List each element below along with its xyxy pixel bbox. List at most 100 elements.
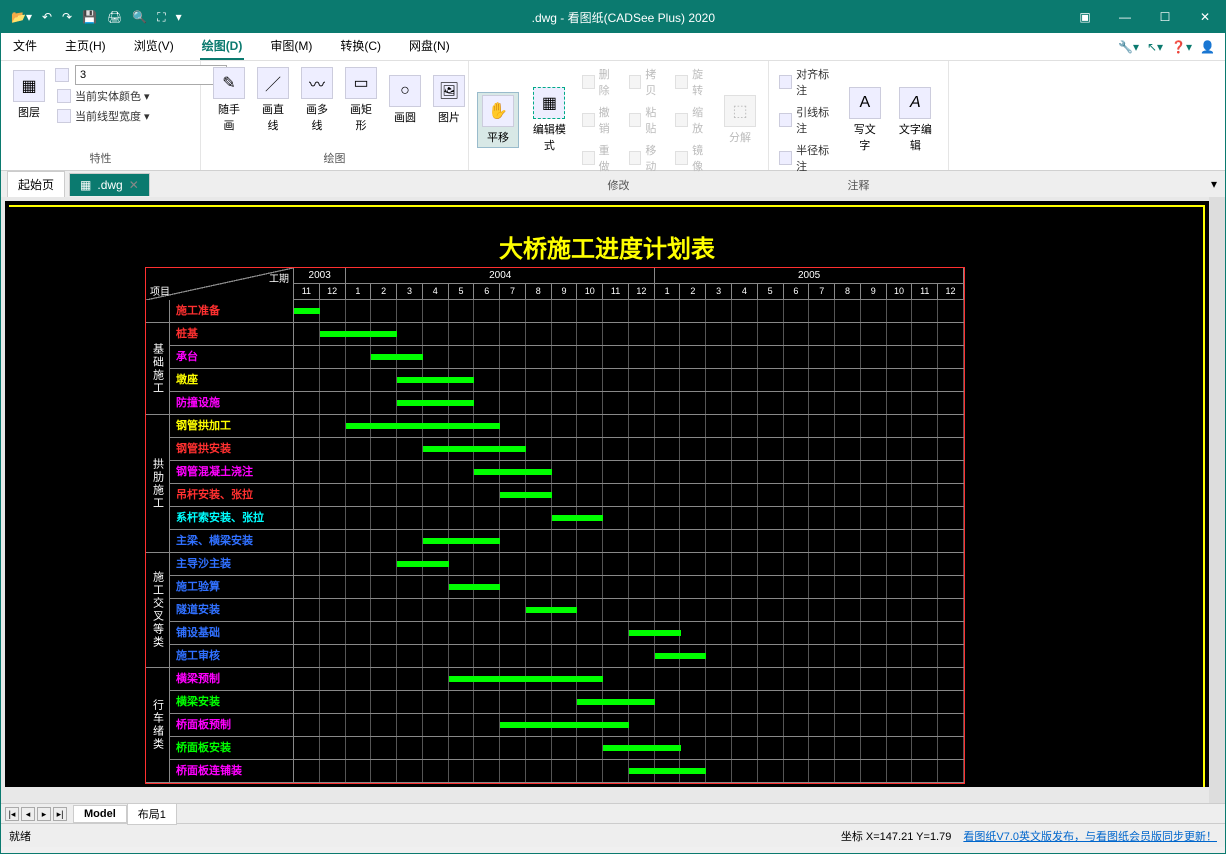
gantt-bar: [552, 515, 604, 521]
rotate-button[interactable]: 旋转: [673, 65, 714, 99]
gantt-row: 钢管混凝土浇注: [170, 461, 964, 484]
menu-review[interactable]: 审图(M): [268, 33, 314, 60]
gantt-row: 承台: [170, 346, 964, 369]
print-icon[interactable]: 🖨: [107, 10, 122, 24]
gantt-bar: [500, 492, 552, 498]
gantt-row: 铺设基础: [170, 622, 964, 645]
title-bar: 📂▾ ↶ ↷ 💾 🖨 🔍 ⛶ ▾ .dwg - 看图纸(CADSee Plus)…: [1, 1, 1225, 33]
gantt-row: 横梁安装: [170, 691, 964, 714]
menu-home[interactable]: 主页(H): [63, 33, 108, 60]
menu-cloud[interactable]: 网盘(N): [407, 33, 452, 60]
move-button[interactable]: 移动: [627, 141, 668, 175]
help-icon[interactable]: ❓▾: [1171, 40, 1192, 54]
menu-file[interactable]: 文件: [11, 33, 39, 60]
menu-convert[interactable]: 转换(C): [338, 33, 383, 60]
group-edit-label: 修改: [477, 175, 760, 193]
explode-button[interactable]: ⬚分解: [720, 93, 760, 147]
tab-model[interactable]: Model: [73, 805, 127, 823]
freehand-button[interactable]: ✎随手画: [209, 65, 249, 135]
tab-start[interactable]: 起始页: [7, 171, 65, 197]
drawing-border: [9, 205, 1205, 208]
dim-align-button[interactable]: 对齐标注: [777, 65, 839, 99]
gantt-row: 主导沙主装: [170, 553, 964, 576]
nav-next-icon[interactable]: ▸: [37, 807, 51, 821]
group-draw-label: 绘图: [209, 148, 460, 166]
find-icon[interactable]: 🔍: [132, 10, 147, 24]
editmode-button[interactable]: ▦编辑模式: [525, 85, 574, 155]
gantt-row: 施工审核: [170, 645, 964, 668]
status-ready: 就绪: [9, 828, 31, 844]
chart-title: 大桥施工进度计划表: [5, 229, 1209, 264]
redo-icon[interactable]: ↷: [62, 10, 72, 24]
drawing-border: [1202, 205, 1205, 787]
layer-button[interactable]: ▦图层: [9, 68, 49, 122]
gantt-row: 桩基: [170, 323, 964, 346]
redo-button[interactable]: 重做: [580, 141, 621, 175]
pan-button[interactable]: ✋平移: [477, 92, 519, 148]
ribbon-toggle-icon[interactable]: ▣: [1065, 1, 1105, 33]
mirror-button[interactable]: 镜像: [673, 141, 714, 175]
tab-file[interactable]: ▦.dwg✕: [69, 173, 150, 196]
tab-close-icon[interactable]: ✕: [129, 178, 139, 192]
polyline-button[interactable]: 〰画多线: [297, 65, 337, 135]
circle-button[interactable]: ○画圆: [385, 73, 425, 127]
paste-button[interactable]: 粘贴: [627, 103, 668, 137]
cursor-icon[interactable]: ↖▾: [1147, 40, 1163, 54]
gantt-bar: [320, 331, 397, 337]
gantt-bar: [397, 561, 449, 567]
text-button[interactable]: A写文字: [845, 85, 885, 155]
line-button[interactable]: ／画直线: [253, 65, 293, 135]
gantt-row: 施工准备: [170, 300, 964, 323]
gantt-bar: [526, 607, 578, 613]
dim-rad-button[interactable]: 半径标注: [777, 141, 839, 175]
gantt-row: 桥面板预制: [170, 714, 964, 737]
gantt-bar: [655, 653, 707, 659]
close-icon[interactable]: ✕: [1185, 1, 1225, 33]
copy-button[interactable]: 拷贝: [627, 65, 668, 99]
gantt-row: 横梁预制: [170, 668, 964, 691]
user-icon[interactable]: 👤: [1200, 40, 1215, 54]
undo-icon[interactable]: ↶: [42, 10, 52, 24]
rect-button[interactable]: ▭画矩形: [341, 65, 381, 135]
nav-last-icon[interactable]: ▸|: [53, 807, 67, 821]
textedit-button[interactable]: A文字编辑: [891, 85, 940, 155]
layer-icon: [55, 68, 69, 82]
save-icon[interactable]: 💾: [82, 10, 97, 24]
gantt-row: 隧道安装: [170, 599, 964, 622]
status-coord: 坐标 X=147.21 Y=1.79: [841, 828, 952, 844]
settings-icon[interactable]: 🔧▾: [1118, 40, 1139, 54]
gantt-row: 系杆索安装、张拉: [170, 507, 964, 530]
window-title: .dwg - 看图纸(CADSee Plus) 2020: [182, 9, 1065, 26]
window-controls: ▣ — ☐ ✕: [1065, 1, 1225, 33]
image-button[interactable]: 🖼图片: [429, 73, 469, 127]
menu-bar: 文件 主页(H) 浏览(V) 绘图(D) 审图(M) 转换(C) 网盘(N) 🔧…: [1, 33, 1225, 61]
delete-button[interactable]: 删除: [580, 65, 621, 99]
drawing-canvas[interactable]: 大桥施工进度计划表 项目工期20032004200511121234567891…: [5, 201, 1209, 787]
menu-draw[interactable]: 绘图(D): [200, 33, 245, 60]
layout-tabs: |◂ ◂ ▸ ▸| Model 布局1: [1, 803, 1225, 823]
fullscreen-icon[interactable]: ⛶: [157, 10, 165, 25]
gantt-bar: [449, 676, 604, 682]
undo-button[interactable]: 撤销: [580, 103, 621, 137]
status-link[interactable]: 看图纸V7.0英文版发布，与看图纸会员版同步更新！: [963, 828, 1217, 844]
dim-lead-button[interactable]: 引线标注: [777, 103, 839, 137]
menu-view[interactable]: 浏览(V): [132, 33, 176, 60]
nav-first-icon[interactable]: |◂: [5, 807, 19, 821]
gantt-bar: [397, 377, 474, 383]
gantt-bar: [500, 722, 629, 728]
scale-button[interactable]: 缩放: [673, 103, 714, 137]
minimize-icon[interactable]: —: [1105, 1, 1145, 33]
nav-prev-icon[interactable]: ◂: [21, 807, 35, 821]
gantt-row: 吊杆安装、张拉: [170, 484, 964, 507]
maximize-icon[interactable]: ☐: [1145, 1, 1185, 33]
vertical-scrollbar[interactable]: [1209, 197, 1225, 803]
gantt-row: 钢管拱安装: [170, 438, 964, 461]
gantt-bar: [629, 768, 706, 774]
status-bar: 就绪 坐标 X=147.21 Y=1.79 看图纸V7.0英文版发布，与看图纸会…: [1, 823, 1225, 847]
tabs-dropdown-icon[interactable]: ▾: [1211, 177, 1225, 191]
open-icon[interactable]: 📂▾: [11, 10, 32, 24]
group-props-label: 特性: [9, 148, 192, 166]
tab-layout1[interactable]: 布局1: [127, 803, 177, 825]
gantt-row: 主梁、横梁安装: [170, 530, 964, 553]
gantt-bar: [371, 354, 423, 360]
